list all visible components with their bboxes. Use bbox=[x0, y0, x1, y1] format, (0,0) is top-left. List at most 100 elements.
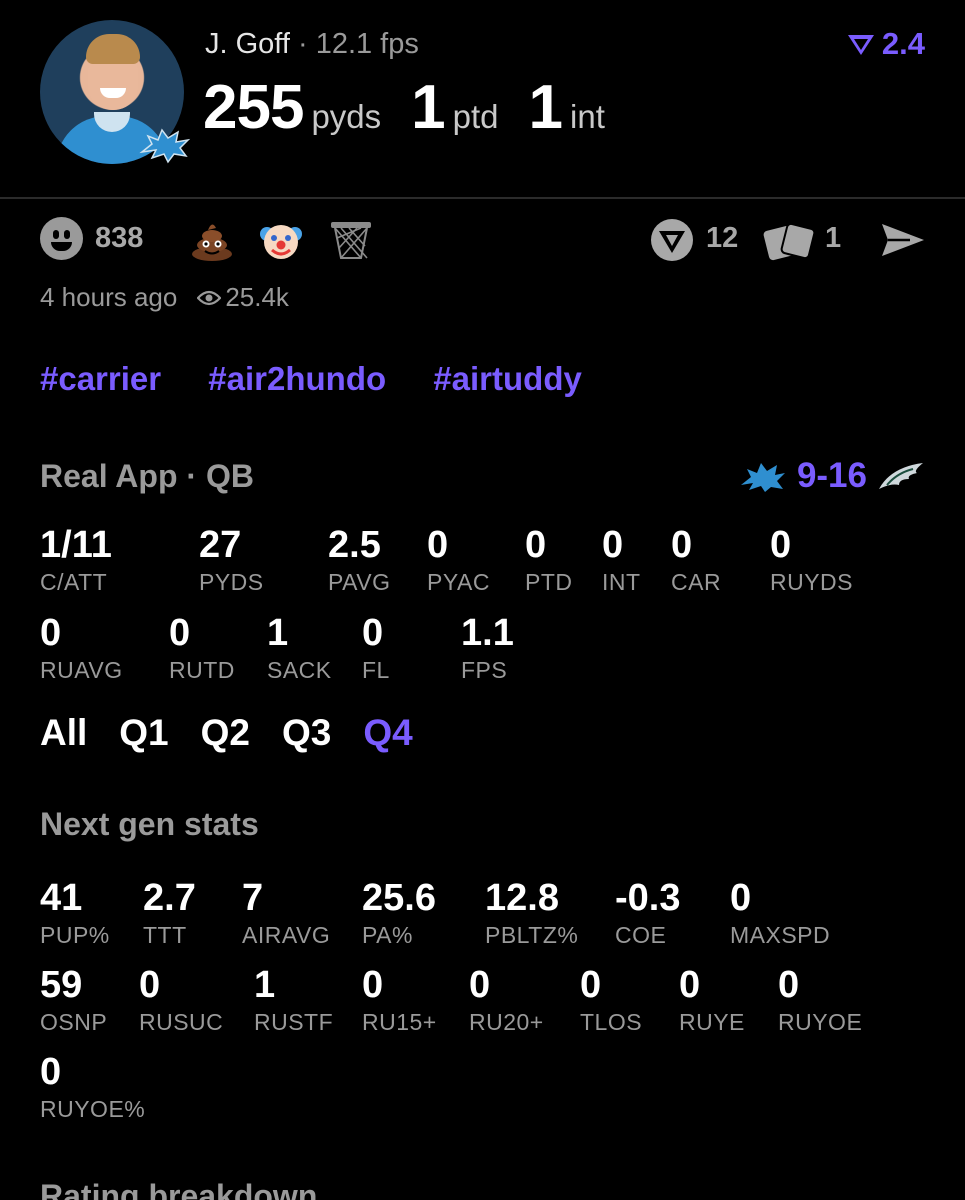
tab-q4[interactable]: Q4 bbox=[363, 712, 412, 754]
stat-item: 0 RU15+ bbox=[362, 966, 437, 1036]
stat-value: 0 bbox=[362, 612, 384, 654]
quarter-tabs: All Q1 Q2 Q3 Q4 bbox=[40, 712, 445, 754]
stat-item: 1 SACK bbox=[267, 614, 332, 684]
post-meta: 4 hours ago 25.4k bbox=[40, 282, 289, 313]
header-divider bbox=[0, 197, 965, 199]
stat-label: RUYE bbox=[679, 1009, 745, 1035]
stat-value: 2.5 bbox=[328, 524, 381, 566]
big-stat-unit: pyds bbox=[311, 98, 382, 135]
hashtag[interactable]: #carrier bbox=[40, 360, 161, 397]
stat-value: 12.8 bbox=[485, 877, 559, 919]
smile-count: 838 bbox=[95, 222, 144, 254]
lions-logo-icon bbox=[139, 128, 191, 164]
stat-value: 2.7 bbox=[143, 877, 196, 919]
view-count: 25.4k bbox=[225, 282, 289, 312]
game-score[interactable]: 9-16 bbox=[739, 456, 925, 496]
stat-label: PUP% bbox=[40, 922, 110, 948]
stat-label: INT bbox=[602, 569, 641, 595]
stat-label: C/ATT bbox=[40, 569, 108, 595]
stat-item: 0 RUYOE bbox=[778, 966, 862, 1036]
stat-label: PYAC bbox=[427, 569, 490, 595]
rating-breakdown-title: Rating breakdown bbox=[40, 1178, 318, 1200]
stat-value: 27 bbox=[199, 524, 242, 566]
stat-item: 41 PUP% bbox=[40, 879, 110, 949]
tab-q3[interactable]: Q3 bbox=[282, 712, 331, 754]
stat-value: 0 bbox=[40, 1051, 62, 1093]
stat-label: RUYOE bbox=[778, 1009, 863, 1035]
stat-item: 0 RUAVG bbox=[40, 614, 123, 684]
stat-label: AIRAVG bbox=[242, 922, 331, 948]
lions-logo-icon bbox=[740, 463, 785, 492]
stat-item: 0 RUSUC bbox=[139, 966, 223, 1036]
stat-label: COE bbox=[615, 922, 667, 948]
stat-label: CAR bbox=[671, 569, 722, 595]
stat-item: 2.7 TTT bbox=[143, 879, 196, 949]
stat-value: 25.6 bbox=[362, 877, 436, 919]
stat-label: RUSUC bbox=[139, 1009, 224, 1035]
stat-value: 0 bbox=[469, 964, 491, 1006]
stat-label: PA% bbox=[362, 922, 413, 948]
player-name-line[interactable]: J. Goff · 12.1 fps bbox=[205, 28, 419, 61]
stat-label: RUYDS bbox=[770, 569, 854, 595]
basketball-hoop-icon[interactable] bbox=[329, 218, 373, 262]
stat-label: RU20+ bbox=[469, 1009, 544, 1035]
tab-q2[interactable]: Q2 bbox=[201, 712, 250, 754]
score-value: 9-16 bbox=[796, 456, 867, 495]
stat-item: -0.3 COE bbox=[615, 879, 680, 949]
stat-item: 0 RU20+ bbox=[469, 966, 544, 1036]
stat-item: 0 RUYOE% bbox=[40, 1053, 145, 1123]
stat-value: 0 bbox=[679, 964, 701, 1006]
hashtag[interactable]: #airtuddy bbox=[433, 360, 582, 397]
stat-label: RUYOE% bbox=[40, 1096, 146, 1122]
smile-reaction-icon[interactable] bbox=[40, 217, 83, 260]
big-stat-unit: ptd bbox=[452, 98, 499, 135]
stat-item: 59 OSNP bbox=[40, 966, 107, 1036]
stat-value: 59 bbox=[40, 964, 83, 1006]
reactions-bar: 838 12 1 bbox=[40, 214, 925, 264]
stat-value: 0 bbox=[139, 964, 161, 1006]
stat-item: 0 PTD bbox=[525, 526, 573, 596]
stat-label: PYDS bbox=[199, 569, 264, 595]
eye-icon bbox=[197, 290, 222, 305]
cards-count: 1 bbox=[825, 222, 842, 254]
stat-value: 41 bbox=[40, 877, 83, 919]
player-name[interactable]: J. Goff bbox=[205, 28, 290, 60]
stat-value: -0.3 bbox=[615, 877, 681, 919]
stat-item: 0 RUTD bbox=[169, 614, 235, 684]
eagles-logo-icon bbox=[879, 463, 923, 489]
stat-label: TTT bbox=[143, 922, 187, 948]
post-header: J. Goff · 12.1 fps 2.4 255 pyds 1 ptd 1 … bbox=[0, 0, 965, 197]
big-stat-value: 255 bbox=[203, 73, 304, 142]
stat-item: 0 INT bbox=[602, 526, 641, 596]
stat-label: RUTD bbox=[169, 657, 235, 683]
stat-item: 0 FL bbox=[362, 614, 390, 684]
rating-value: 2.4 bbox=[881, 26, 925, 61]
stat-label: PAVG bbox=[328, 569, 391, 595]
stat-item: 25.6 PA% bbox=[362, 879, 436, 949]
tab-all[interactable]: All bbox=[40, 712, 87, 754]
stat-value: 0 bbox=[525, 524, 547, 566]
stat-label: SACK bbox=[267, 657, 332, 683]
stat-value: 0 bbox=[40, 612, 62, 654]
stat-item: 1/11 C/ATT bbox=[40, 526, 112, 596]
fantasy-logo-icon[interactable] bbox=[650, 218, 694, 262]
stat-value: 0 bbox=[362, 964, 384, 1006]
send-icon[interactable] bbox=[880, 222, 926, 258]
clown-icon[interactable] bbox=[259, 218, 303, 262]
stat-label: FL bbox=[362, 657, 390, 683]
separator: · bbox=[297, 28, 308, 60]
cards-icon[interactable] bbox=[762, 220, 818, 262]
stat-value: 0 bbox=[730, 877, 752, 919]
stat-item: 1.1 FPS bbox=[461, 614, 514, 684]
tab-q1[interactable]: Q1 bbox=[119, 712, 168, 754]
big-stat-unit: int bbox=[570, 98, 605, 135]
poop-icon[interactable] bbox=[190, 218, 234, 262]
next-gen-title: Next gen stats bbox=[40, 806, 259, 842]
stat-label: FPS bbox=[461, 657, 508, 683]
stat-item: 7 AIRAVG bbox=[242, 879, 330, 949]
stat-value: 0 bbox=[580, 964, 602, 1006]
rating-badge[interactable]: 2.4 bbox=[846, 26, 925, 62]
stat-item: 0 TLOS bbox=[580, 966, 642, 1036]
hashtag[interactable]: #air2hundo bbox=[208, 360, 386, 397]
stat-label: PBLTZ% bbox=[485, 922, 579, 948]
